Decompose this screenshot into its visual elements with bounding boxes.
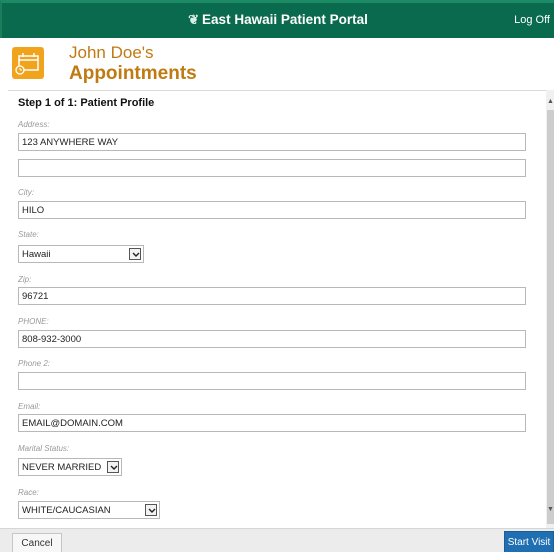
scroll-down-icon[interactable]: ▼	[547, 506, 554, 513]
city-input[interactable]: HILO	[18, 201, 526, 219]
page-title: Appointments	[69, 63, 197, 84]
marital-status-value: NEVER MARRIED	[22, 462, 102, 473]
zip-input[interactable]: 96721	[18, 287, 526, 305]
zip-label: Zip:	[18, 275, 32, 284]
start-visit-button[interactable]: Start Visit	[504, 531, 554, 552]
calendar-icon	[12, 47, 44, 79]
chevron-down-icon	[107, 461, 119, 473]
step-heading: Step 1 of 1: Patient Profile	[18, 97, 155, 109]
portal-title-text: East Hawaii Patient Portal	[202, 12, 368, 27]
marital-status-select[interactable]: NEVER MARRIED	[18, 458, 122, 476]
portal-title: ❦ East Hawaii Patient Portal	[2, 12, 554, 28]
city-label: City:	[18, 188, 34, 197]
cancel-button[interactable]: Cancel	[12, 533, 62, 552]
race-value: WHITE/CAUCASIAN	[22, 505, 111, 516]
footer-bar: Cancel Start Visit	[0, 528, 554, 552]
state-value: Hawaii	[22, 249, 51, 260]
phone2-input[interactable]	[18, 372, 526, 390]
race-label: Race:	[18, 488, 39, 497]
top-bar: ❦ East Hawaii Patient Portal Log Off	[0, 0, 554, 38]
patient-name: John Doe's	[69, 43, 154, 62]
chevron-down-icon	[145, 504, 157, 516]
phone-input[interactable]: 808-932-3000	[18, 330, 526, 348]
address-line2-input[interactable]	[18, 159, 526, 177]
page-header: John Doe's Appointments	[0, 38, 554, 90]
marital-status-label: Marital Status:	[18, 444, 70, 453]
email-input[interactable]: EMAIL@DOMAIN.COM	[18, 414, 526, 432]
form-scrollbar[interactable]: ▲ ▼	[546, 90, 554, 528]
scrollbar-thumb[interactable]	[547, 110, 554, 524]
phone-label: PHONE:	[18, 317, 49, 326]
scroll-up-icon[interactable]: ▲	[547, 98, 554, 105]
phone2-label: Phone 2:	[18, 359, 51, 368]
log-off-link[interactable]: Log Off	[514, 14, 550, 26]
address-line1-input[interactable]: 123 ANYWHERE WAY	[18, 133, 526, 151]
email-label: Email:	[18, 402, 41, 411]
race-select[interactable]: WHITE/CAUCASIAN	[18, 501, 160, 519]
plant-logo-icon: ❦	[188, 12, 200, 27]
state-label: State:	[18, 230, 39, 239]
address-label: Address:	[18, 120, 50, 129]
patient-profile-form: Step 1 of 1: Patient Profile Address: 12…	[8, 90, 554, 528]
chevron-down-icon	[129, 248, 141, 260]
state-select[interactable]: Hawaii	[18, 245, 144, 263]
